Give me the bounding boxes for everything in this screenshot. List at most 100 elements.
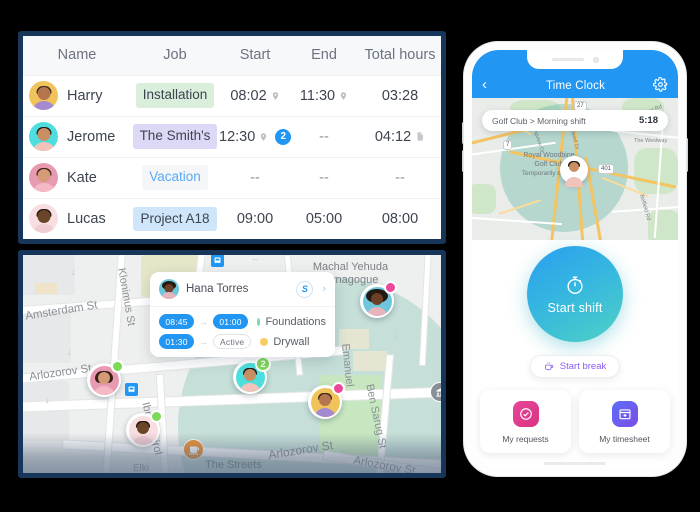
table-row[interactable]: Kate Vacation -- -- -- bbox=[23, 157, 441, 199]
task-color-dot bbox=[257, 317, 261, 326]
table-row[interactable]: Harry Installation 08:02 11:30 03:28 bbox=[23, 75, 441, 117]
my-timesheet-card[interactable]: My timesheet bbox=[579, 390, 670, 453]
calendar-icon bbox=[611, 401, 638, 427]
job-badge[interactable]: The Smith's bbox=[132, 124, 218, 149]
app-title: Time Clock bbox=[545, 80, 606, 92]
table-row[interactable]: Lucas Project A18 09:00 05:00 08:00 bbox=[23, 198, 441, 239]
phone-map-user-pin[interactable] bbox=[560, 156, 588, 187]
tooltip-person-name: Hana Torres bbox=[186, 283, 249, 295]
cell-end: -- bbox=[291, 157, 357, 199]
my-timesheet-label: My timesheet bbox=[599, 434, 650, 444]
sync-badge-icon[interactable]: S bbox=[296, 280, 314, 298]
status-dot bbox=[111, 360, 124, 373]
phone-notch bbox=[527, 50, 623, 69]
job-badge[interactable]: Installation bbox=[135, 83, 215, 108]
location-pin-icon[interactable] bbox=[271, 90, 280, 102]
start-break-button[interactable]: Start break bbox=[529, 355, 621, 378]
start-time: -- bbox=[250, 169, 260, 186]
entry-from-time: 08:45 bbox=[159, 314, 194, 329]
direction-arrow-4: ↓ bbox=[393, 330, 398, 340]
cafe-poi-icon[interactable] bbox=[183, 439, 204, 460]
entry-count-badge[interactable]: 2 bbox=[275, 128, 292, 145]
entry-task-name: Drywall bbox=[273, 335, 310, 348]
person-name: Harry bbox=[67, 87, 103, 104]
document-icon[interactable] bbox=[415, 130, 425, 143]
team-map-canvas[interactable]: Amsterdam St Klonimus St Arlozorov St Em… bbox=[23, 255, 441, 473]
pin-count-badge: 2 bbox=[255, 356, 271, 372]
cell-total-hours: 03:28 bbox=[357, 75, 441, 117]
map-pin-kate[interactable] bbox=[87, 360, 124, 397]
cell-end: -- bbox=[291, 116, 357, 158]
avatar bbox=[29, 81, 58, 110]
arrow-right-icon: → bbox=[199, 336, 208, 347]
tooltip-header[interactable]: Hana Torres S › bbox=[150, 272, 335, 307]
museum-poi-icon[interactable] bbox=[430, 382, 441, 402]
column-header-name[interactable]: Name bbox=[23, 36, 131, 76]
location-pin-icon[interactable] bbox=[259, 131, 268, 143]
phone-park-4 bbox=[472, 184, 496, 214]
my-requests-card[interactable]: My requests bbox=[480, 390, 571, 453]
table-header-row: Name Job Start End Total hours bbox=[23, 36, 441, 76]
start-time: 12:30 bbox=[219, 128, 256, 145]
gear-icon[interactable] bbox=[652, 76, 668, 92]
map-pin-hana[interactable] bbox=[360, 281, 397, 318]
cell-job: Installation bbox=[131, 75, 219, 117]
task-color-dot bbox=[260, 337, 269, 346]
start-time: 08:02 bbox=[230, 87, 267, 104]
table-header: Name Job Start End Total hours bbox=[23, 36, 441, 76]
cell-name: Lucas bbox=[23, 198, 131, 239]
job-badge[interactable]: Vacation bbox=[142, 165, 208, 190]
map-person-tooltip[interactable]: Hana Torres S › 08:45 → 01:00 Foundation… bbox=[150, 272, 335, 357]
direction-arrow-3: ↓ bbox=[45, 395, 50, 405]
team-map-card[interactable]: Amsterdam St Klonimus St Arlozorov St Em… bbox=[18, 250, 446, 478]
cell-start: 09:00 bbox=[219, 198, 291, 239]
end-time: 05:00 bbox=[305, 210, 343, 227]
phone-screen: ‹ Time Clock 7 27 401 Royal Woodbine Gol… bbox=[472, 50, 678, 468]
start-break-label: Start break bbox=[559, 361, 607, 372]
back-chevron-icon[interactable]: ‹ bbox=[482, 77, 498, 92]
poi-label-the-streets: The Streets bbox=[205, 459, 262, 471]
column-header-end[interactable]: End bbox=[291, 36, 357, 76]
cell-name: Harry bbox=[23, 75, 131, 117]
cell-total-hours: 04:12 bbox=[357, 116, 441, 158]
entry-to-time: 01:00 bbox=[213, 314, 248, 329]
quick-action-cards: My requests My timesheet bbox=[480, 390, 670, 453]
column-header-job[interactable]: Job bbox=[131, 36, 219, 76]
avatar bbox=[29, 204, 58, 234]
total-hours: 03:28 bbox=[381, 87, 419, 104]
cell-name: Kate bbox=[23, 157, 131, 199]
status-dot bbox=[332, 382, 345, 395]
map-pin-lucas[interactable] bbox=[126, 410, 163, 447]
cell-total-hours: 08:00 bbox=[357, 198, 441, 239]
direction-arrow-1: ↓ bbox=[71, 267, 76, 277]
cell-end: 11:30 bbox=[291, 75, 357, 117]
arrow-right-icon: → bbox=[199, 316, 208, 327]
transit-stop-icon-1[interactable] bbox=[125, 383, 138, 396]
column-header-start[interactable]: Start bbox=[219, 36, 291, 76]
map-pin-jerome[interactable]: 2 bbox=[233, 356, 271, 394]
highway-shield-7: 7 bbox=[503, 140, 513, 150]
total-hours: 08:00 bbox=[381, 210, 419, 227]
phone-mockup: ‹ Time Clock 7 27 401 Royal Woodbine Gol… bbox=[464, 42, 686, 476]
avatar bbox=[159, 279, 179, 299]
building-1 bbox=[35, 283, 57, 294]
direction-arrow-5: ← bbox=[339, 445, 348, 455]
coffee-cup-icon bbox=[545, 362, 554, 371]
cell-job: Vacation bbox=[131, 157, 219, 199]
table-body: Harry Installation 08:02 11:30 03:28 Jerome Th… bbox=[23, 75, 441, 239]
person-name: Jerome bbox=[67, 128, 116, 145]
current-shift-pill[interactable]: Golf Club > Morning shift 5:18 bbox=[482, 110, 668, 131]
tooltip-entry-row[interactable]: 08:45 → 01:00 Foundations bbox=[159, 314, 326, 329]
column-header-total-hours[interactable]: Total hours bbox=[357, 36, 441, 76]
cell-total-hours: -- bbox=[357, 157, 441, 199]
speaker-grille bbox=[551, 57, 584, 62]
job-badge[interactable]: Project A18 bbox=[133, 206, 217, 231]
start-shift-button[interactable]: Start shift bbox=[527, 246, 623, 342]
stopwatch-icon bbox=[567, 276, 583, 294]
transit-stop-icon-2[interactable] bbox=[211, 255, 224, 267]
location-pin-icon[interactable] bbox=[339, 90, 348, 102]
map-pin-harry[interactable] bbox=[308, 382, 345, 419]
tooltip-entry-row[interactable]: 01:30 → Active Drywall bbox=[159, 334, 326, 349]
table-row[interactable]: Jerome The Smith's 12:30 2 -- 04:12 bbox=[23, 116, 441, 158]
chevron-right-icon[interactable]: › bbox=[322, 283, 326, 295]
